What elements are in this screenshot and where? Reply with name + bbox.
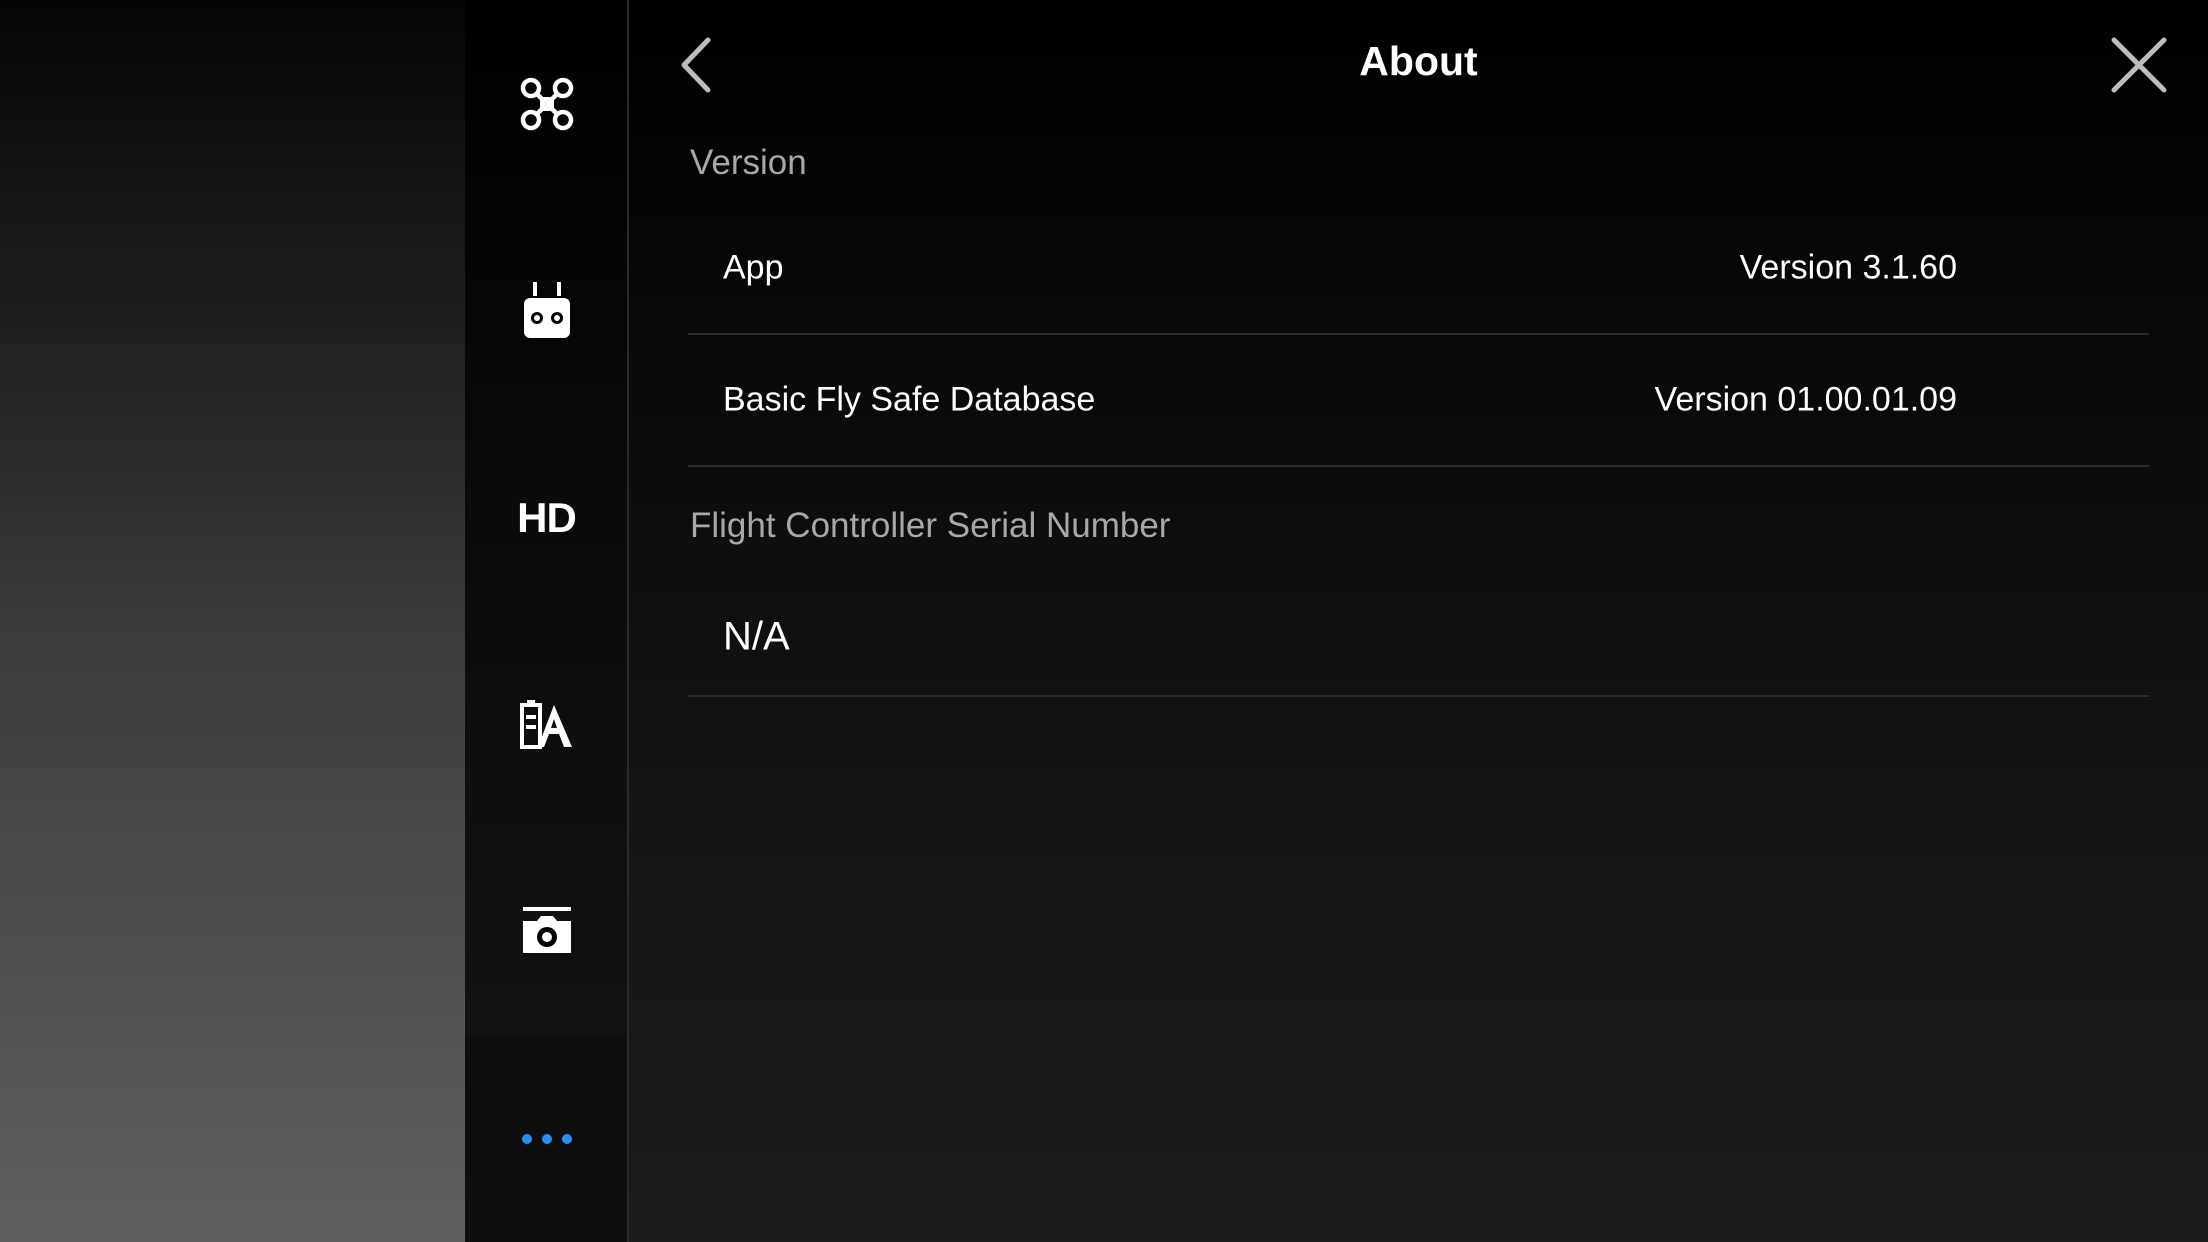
battery-text-icon	[519, 699, 574, 751]
app-root: HD About Version App Version 3.1.60 Basi…	[0, 0, 2208, 1242]
serial-number-value: N/A	[723, 614, 790, 659]
fly-safe-database-row[interactable]: Basic Fly Safe Database Version 01.00.01…	[688, 335, 2149, 467]
sidebar-item-battery[interactable]	[465, 621, 628, 828]
sidebar-item-aircraft[interactable]	[465, 0, 628, 207]
page-title: About	[1359, 38, 1478, 84]
fly-safe-database-label: Basic Fly Safe Database	[723, 380, 1096, 419]
app-version-value: Version 3.1.60	[1739, 248, 1957, 287]
more-icon	[519, 1132, 575, 1146]
chevron-left-icon	[674, 37, 724, 100]
background-backdrop	[0, 0, 465, 1242]
sidebar-item-camera[interactable]	[465, 828, 628, 1035]
sidebar-item-more[interactable]	[465, 1035, 628, 1242]
version-section-label: Version	[690, 143, 807, 182]
sidebar-item-hd[interactable]: HD	[465, 414, 628, 621]
close-icon	[2110, 37, 2168, 98]
aircraft-icon	[519, 76, 575, 132]
camera-icon	[521, 906, 573, 957]
settings-sidebar: HD	[465, 0, 628, 1242]
about-panel: About Version App Version 3.1.60 Basic F…	[629, 0, 2208, 1242]
remote-controller-icon	[522, 281, 572, 340]
close-button[interactable]	[2110, 36, 2168, 94]
serial-number-row: N/A	[688, 579, 2149, 697]
sidebar-item-remote-controller[interactable]	[465, 207, 628, 414]
hd-icon: HD	[517, 493, 577, 541]
app-version-row[interactable]: App Version 3.1.60	[688, 203, 2149, 335]
app-version-label: App	[723, 248, 784, 287]
serial-section-label: Flight Controller Serial Number	[690, 506, 1171, 545]
fly-safe-database-value: Version 01.00.01.09	[1654, 380, 1957, 419]
